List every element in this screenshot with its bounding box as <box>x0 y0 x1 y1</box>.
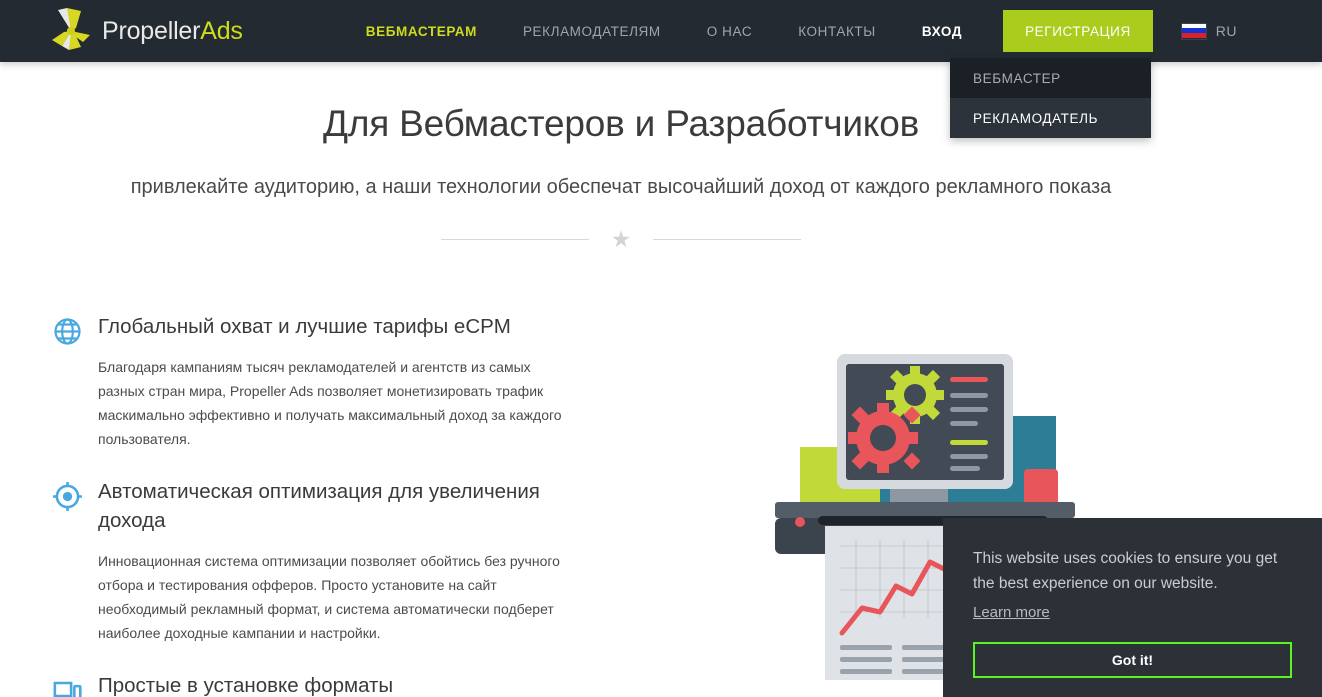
logo[interactable]: PropellerAds <box>48 0 243 62</box>
logo-text-secondary: Ads <box>200 16 243 45</box>
nav-item-about[interactable]: О НАС <box>684 0 775 62</box>
divider-line-right <box>653 239 802 240</box>
logo-text: PropellerAds <box>102 17 243 46</box>
devices-icon <box>52 671 98 697</box>
logo-text-primary: Propeller <box>102 16 201 45</box>
globe-icon <box>52 312 98 451</box>
feature-text: Благодаря кампаниям тысяч рекламодателей… <box>98 359 562 447</box>
nav-item-webmasters[interactable]: ВЕБМАСТЕРАМ <box>343 0 500 62</box>
register-button[interactable]: РЕГИСТРАЦИЯ <box>1003 10 1153 52</box>
cookie-learn-more-link[interactable]: Learn more <box>973 604 1050 621</box>
feature-item: Простые в установке форматы <box>52 671 612 697</box>
feature-title: Простые в установке форматы <box>98 674 394 697</box>
cookie-accept-button[interactable]: Got it! <box>973 642 1292 678</box>
star-divider: ★ <box>0 228 1242 251</box>
language-label: RU <box>1215 23 1238 39</box>
dropdown-item-webmaster[interactable]: ВЕБМАСТЕР <box>950 58 1151 98</box>
main-navigation: ВЕБМАСТЕРАМ РЕКЛАМОДАТЕЛЯМ О НАС КОНТАКТ… <box>343 0 1237 62</box>
russia-flag-icon <box>1180 22 1207 40</box>
feature-list: Глобальный охват и лучшие тарифы eCPM Бл… <box>52 312 612 697</box>
divider-line-left <box>440 239 589 240</box>
nav-item-advertisers[interactable]: РЕКЛАМОДАТЕЛЯМ <box>500 0 684 62</box>
register-dropdown-menu: ВЕБМАСТЕР РЕКЛАМОДАТЕЛЬ <box>950 58 1151 138</box>
page-subtitle: привлекайте аудиторию, а наши технологии… <box>130 176 1112 198</box>
feature-text: Инновационная система оптимизации позвол… <box>98 553 560 641</box>
propeller-logo-icon <box>48 6 94 56</box>
feature-title: Глобальный охват и лучшие тарифы eCPM <box>98 315 511 338</box>
nav-item-login[interactable]: ВХОД <box>899 0 985 62</box>
site-header: PropellerAds ВЕБМАСТЕРАМ РЕКЛАМОДАТЕЛЯМ … <box>0 0 1322 62</box>
star-icon: ★ <box>610 226 632 252</box>
language-selector[interactable]: RU <box>1180 22 1238 40</box>
feature-item: Глобальный охват и лучшие тарифы eCPM Бл… <box>52 312 612 451</box>
cookie-message: This website uses cookies to ensure you … <box>973 550 1278 592</box>
feature-item: Автоматическая оптимизация для увеличени… <box>52 477 612 645</box>
cookie-consent-banner: This website uses cookies to ensure you … <box>943 518 1322 697</box>
nav-item-contacts[interactable]: КОНТАКТЫ <box>775 0 899 62</box>
dropdown-item-advertiser[interactable]: РЕКЛАМОДАТЕЛЬ <box>950 98 1151 138</box>
target-icon <box>52 477 98 645</box>
feature-title: Автоматическая оптимизация для увеличени… <box>98 480 540 532</box>
